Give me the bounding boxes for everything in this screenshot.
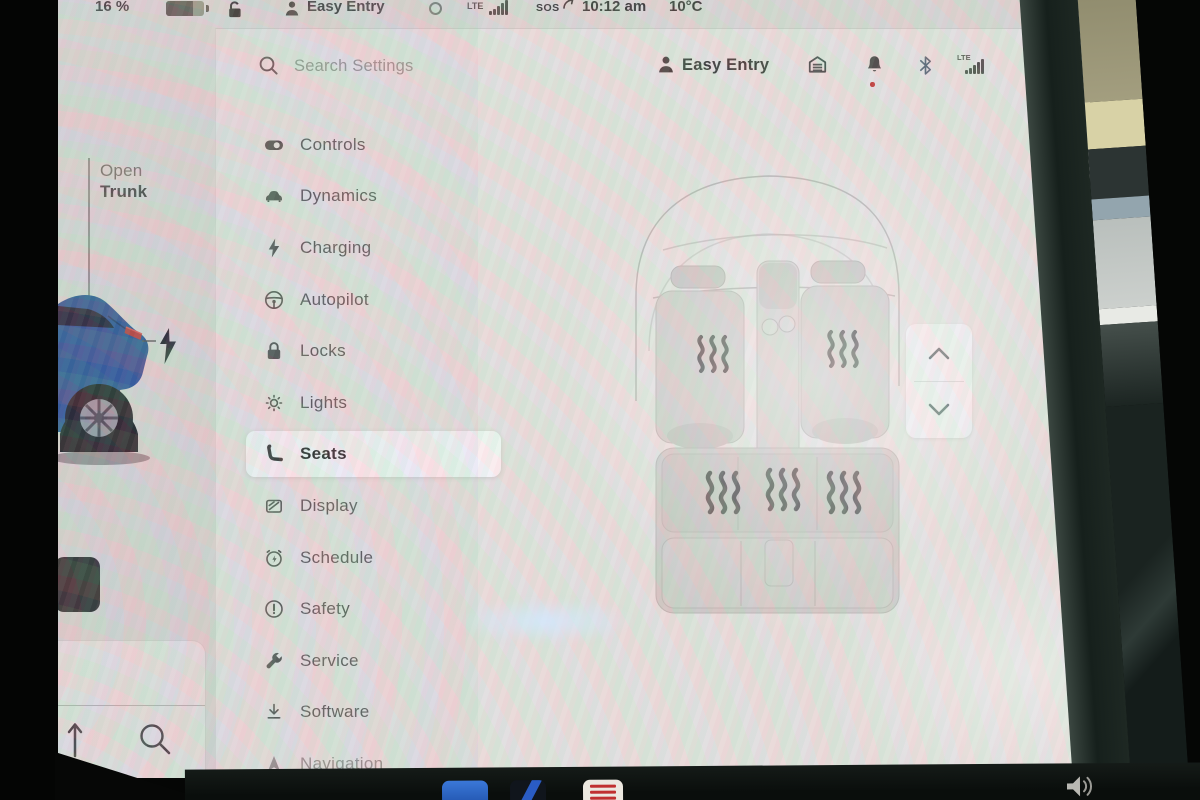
status-signal-bars-icon bbox=[489, 0, 508, 15]
seat-icon bbox=[262, 442, 286, 466]
settings-search-input[interactable] bbox=[292, 51, 552, 81]
charge-bolt-icon bbox=[142, 328, 182, 366]
window-band-bright bbox=[1085, 99, 1146, 150]
north-up-arrow-icon[interactable] bbox=[67, 719, 83, 759]
unlock-icon[interactable] bbox=[226, 0, 243, 23]
bell-icon[interactable] bbox=[864, 54, 885, 77]
settings-search-row: Easy Entry LTE bbox=[216, 29, 1090, 93]
rear-bench bbox=[656, 448, 899, 613]
sidebar-item-service[interactable]: Service bbox=[246, 635, 501, 687]
tesla-touchscreen: 16 % Easy Entry LTE SOS 10:12 am 10°C bbox=[58, 0, 1090, 778]
sidebar-item-seats[interactable]: Seats bbox=[246, 431, 501, 477]
sidebar-item-safety[interactable]: Safety bbox=[246, 583, 501, 635]
chevron-down-icon[interactable] bbox=[906, 381, 972, 438]
status-lte-label: LTE bbox=[467, 1, 483, 11]
window-band-olive bbox=[1077, 0, 1143, 103]
passenger-airbag-ring-icon bbox=[429, 2, 442, 15]
open-trunk-button[interactable]: Open Trunk bbox=[100, 160, 147, 202]
battery-icon bbox=[166, 1, 204, 16]
steering-wheel-icon bbox=[262, 288, 286, 312]
interior-shadow-left bbox=[0, 0, 58, 800]
window-band-dark bbox=[1088, 146, 1149, 200]
voice-command-button[interactable] bbox=[58, 557, 100, 612]
sidebar-item-software[interactable]: Software bbox=[246, 687, 501, 739]
sos-label: SOS bbox=[536, 2, 560, 14]
sos-arrow-icon bbox=[562, 0, 575, 14]
window-band-fade bbox=[1100, 321, 1163, 407]
profile-person-icon bbox=[657, 55, 675, 74]
status-bar: 16 % Easy Entry LTE SOS 10:12 am 10°C bbox=[58, 0, 1090, 25]
status-profile-label[interactable]: Easy Entry bbox=[307, 0, 385, 15]
screen-bezel-bottom bbox=[185, 762, 1200, 800]
chevron-up-icon[interactable] bbox=[906, 324, 972, 381]
photo-frame: 16 % Easy Entry LTE SOS 10:12 am 10°C bbox=[0, 0, 1200, 800]
software-update-icon bbox=[262, 700, 286, 724]
outside-temperature: 10°C bbox=[669, 0, 703, 15]
sidebar-item-controls[interactable]: Controls bbox=[246, 119, 501, 171]
window-band-silver bbox=[1093, 216, 1157, 309]
wrench-icon bbox=[262, 649, 286, 673]
front-left-seat[interactable] bbox=[656, 266, 744, 449]
car-icon bbox=[262, 184, 286, 208]
sidebar-item-lights[interactable]: Lights bbox=[246, 377, 501, 429]
home-divider-line bbox=[88, 158, 90, 300]
dock-app-icon-3[interactable] bbox=[583, 780, 623, 800]
front-right-seat[interactable] bbox=[801, 261, 889, 444]
sidebar-item-display[interactable]: Display bbox=[246, 480, 501, 532]
sidebar-item-charging[interactable]: Charging bbox=[246, 222, 501, 274]
sidebar-item-dynamics[interactable]: Dynamics bbox=[246, 171, 501, 223]
settings-profile-button[interactable]: Easy Entry bbox=[682, 56, 769, 75]
battery-percent: 16 % bbox=[95, 0, 129, 15]
light-icon bbox=[262, 391, 286, 415]
sidebar-item-locks[interactable]: Locks bbox=[246, 325, 501, 377]
nav-search-panel bbox=[58, 640, 206, 778]
clock: 10:12 am bbox=[582, 0, 646, 15]
lock-icon bbox=[262, 339, 286, 363]
toggle-icon bbox=[262, 133, 286, 157]
scroll-control bbox=[906, 324, 972, 438]
display-icon bbox=[262, 494, 286, 518]
open-trunk-label-1: Open bbox=[100, 160, 147, 181]
scheduled-departure-icon bbox=[262, 546, 286, 570]
bolt-icon bbox=[262, 236, 286, 260]
settings-sidebar: Controls Dynamics Charging Autopilot Loc… bbox=[246, 119, 501, 778]
open-trunk-label-2: Trunk bbox=[100, 181, 147, 202]
nav-search-icon[interactable] bbox=[137, 721, 173, 757]
bluetooth-icon[interactable] bbox=[916, 54, 935, 77]
dock-app-icon-2[interactable] bbox=[510, 780, 546, 800]
sidebar-item-autopilot[interactable]: Autopilot bbox=[246, 274, 501, 326]
panel-divider bbox=[58, 705, 205, 706]
sidebar-item-schedule[interactable]: Schedule bbox=[246, 532, 501, 584]
notification-dot bbox=[870, 82, 875, 87]
search-icon bbox=[258, 55, 280, 77]
lte-signal-icon: LTE bbox=[957, 53, 991, 75]
center-console bbox=[757, 261, 799, 476]
settings-panel: Easy Entry LTE bbox=[215, 28, 1090, 778]
safety-icon bbox=[262, 597, 286, 621]
garage-homelink-icon[interactable] bbox=[807, 54, 828, 75]
volume-speaker-icon[interactable] bbox=[1063, 771, 1097, 800]
driver-profile-icon[interactable] bbox=[284, 0, 300, 21]
car-render bbox=[58, 282, 152, 472]
dock-app-icon-1[interactable] bbox=[442, 780, 488, 800]
battery-nub bbox=[206, 5, 209, 12]
